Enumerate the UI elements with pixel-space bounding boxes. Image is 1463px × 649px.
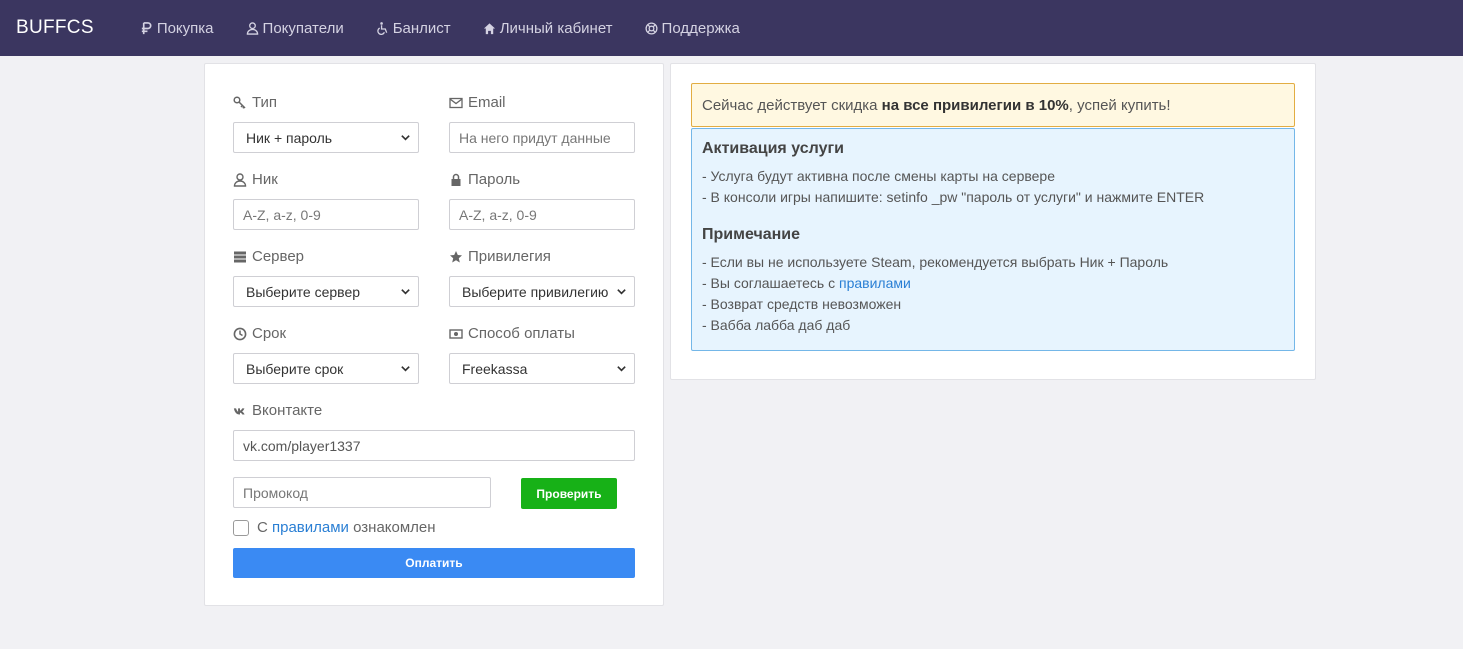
brand-logo[interactable]: BUFFCS	[16, 17, 94, 39]
discount-alert: Сейчас действует скидка на все привилеги…	[691, 83, 1295, 127]
info-card: Сейчас действует скидка на все привилеги…	[670, 63, 1316, 380]
rules-link[interactable]: правилами	[272, 519, 349, 536]
check-promo-button[interactable]: Проверить	[521, 478, 617, 509]
pay-button[interactable]: Оплатить	[233, 548, 635, 578]
term-select[interactable]: Выберите срок	[233, 353, 419, 384]
star-icon	[450, 250, 462, 262]
vk-input[interactable]	[233, 430, 635, 461]
vk-icon	[233, 407, 245, 414]
nav-item-label: Личный кабинет	[499, 19, 613, 37]
email-label: Email	[449, 94, 506, 111]
wheelchair-icon	[377, 21, 387, 35]
lock-icon	[451, 173, 461, 186]
chevron-down-icon	[401, 135, 410, 141]
nav-item-purchase[interactable]: Покупка	[140, 20, 214, 37]
nav-item-cabinet[interactable]: Личный кабинет	[483, 20, 613, 37]
rules-link[interactable]: правилами	[839, 275, 911, 291]
chevron-down-icon	[401, 366, 410, 372]
promo-code-input[interactable]	[233, 477, 491, 508]
password-input[interactable]	[449, 199, 635, 230]
life-ring-icon	[645, 21, 658, 35]
top-navbar: BUFFCS Покупка Покупатели Банлист Личный…	[0, 0, 1463, 56]
nick-input[interactable]	[233, 199, 419, 230]
chevron-down-icon	[401, 289, 410, 295]
vk-label: Вконтакте	[233, 402, 322, 419]
privilege-label: Привилегия	[449, 248, 551, 265]
money-icon	[449, 328, 463, 339]
server-label: Сервер	[233, 248, 304, 265]
nick-label: Ник	[233, 171, 278, 188]
activation-title: Активация услуги	[702, 140, 844, 157]
nav-item-label: Покупатели	[262, 19, 344, 37]
ruble-icon	[141, 21, 152, 34]
server-icon	[234, 251, 246, 262]
nav-item-label: Покупка	[156, 19, 214, 37]
note-line: - Вы соглашаетесь с правилами	[702, 275, 911, 291]
clock-icon	[233, 327, 247, 340]
nav-item-buyers[interactable]: Покупатели	[246, 20, 344, 37]
note-line: - Вабба лабба даб даб	[702, 317, 851, 333]
note-title: Примечание	[702, 226, 801, 243]
payment-label: Способ оплаты	[449, 325, 575, 342]
agree-rules-row: С правилами ознакомлен	[233, 519, 436, 536]
activation-line: - В консоли игры напишите: setinfo _pw "…	[702, 189, 1205, 205]
payment-select[interactable]: Freekassa	[449, 353, 635, 384]
type-select[interactable]: Ник + пароль	[233, 122, 419, 153]
info-alert: Активация услуги - Услуга будут активна …	[691, 128, 1295, 351]
server-select[interactable]: Выберите сервер	[233, 276, 419, 307]
home-icon	[483, 22, 495, 34]
nav-item-label: Поддержка	[661, 19, 740, 37]
type-label: Тип	[233, 94, 277, 111]
chevron-down-icon	[617, 289, 626, 295]
nav-item-label: Банлист	[392, 19, 451, 37]
term-label: Срок	[233, 325, 286, 342]
email-input[interactable]	[449, 122, 635, 153]
password-label: Пароль	[449, 171, 520, 188]
key-icon	[233, 95, 246, 109]
privilege-select[interactable]: Выберите привилегию	[449, 276, 635, 307]
agree-rules-checkbox[interactable]	[233, 519, 249, 536]
note-line: - Если вы не используете Steam, рекоменд…	[702, 254, 1169, 270]
activation-line: - Услуга будут активна после смены карты…	[702, 168, 1056, 184]
chevron-down-icon	[617, 366, 626, 372]
user-icon	[233, 172, 247, 187]
user-icon	[246, 21, 258, 35]
nav-item-support[interactable]: Поддержка	[645, 20, 740, 37]
nav-item-banlist[interactable]: Банлист	[376, 20, 451, 37]
note-line: - Возврат средств невозможен	[702, 296, 902, 312]
purchase-form-card: Тип Ник + пароль Email Ник Пароль Сервер…	[204, 63, 664, 606]
envelope-icon	[449, 97, 463, 108]
